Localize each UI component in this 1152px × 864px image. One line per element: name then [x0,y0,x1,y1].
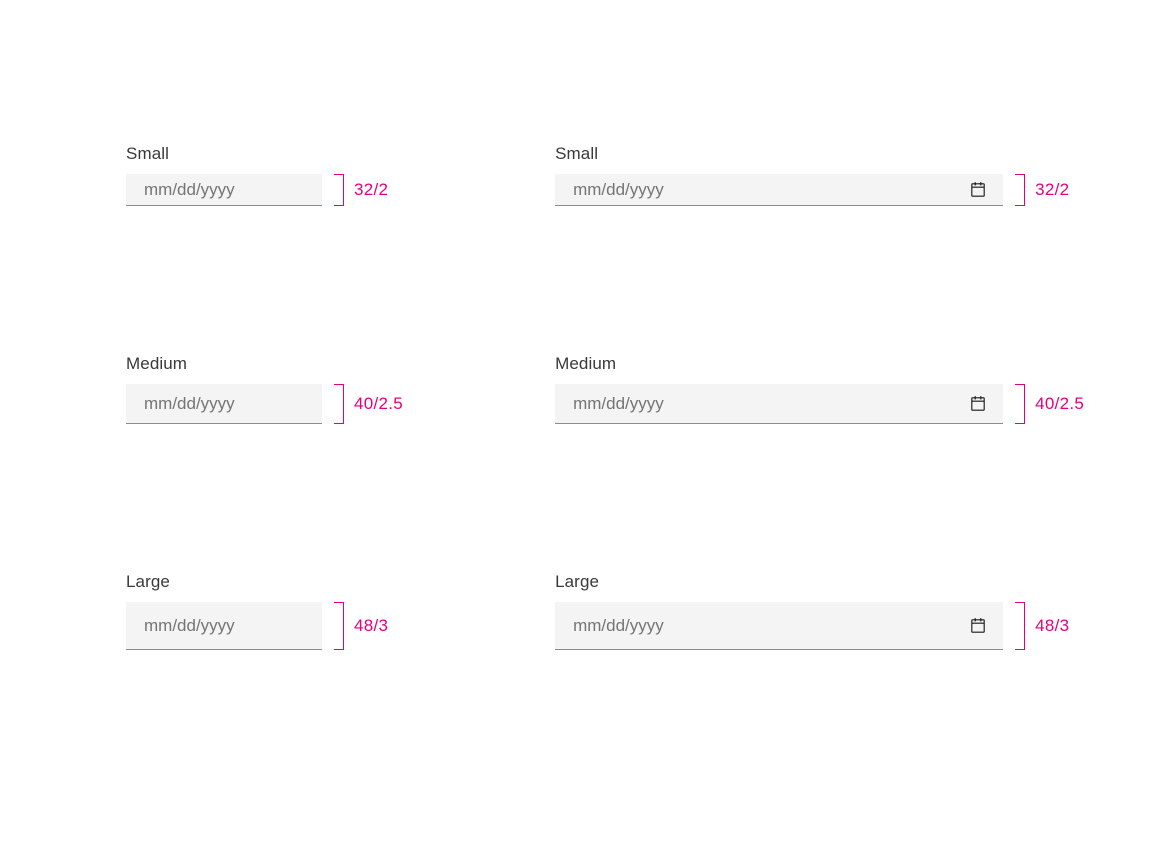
dimension-large-right: 48/3 [1035,616,1069,636]
dimension-large: 48/3 [354,616,388,636]
dimension-bracket [334,384,344,424]
dimension-medium-right: 40/2.5 [1035,394,1084,414]
dimension-bracket [1015,174,1025,206]
calendar-icon[interactable] [969,617,987,635]
dimension-bracket [334,174,344,206]
dimension-bracket [334,602,344,650]
dimension-small: 32/2 [354,180,388,200]
label-medium-icon: Medium [555,354,616,374]
dimension-medium: 40/2.5 [354,394,403,414]
label-medium-simple: Medium [126,354,187,374]
date-input-large-icon[interactable] [573,616,969,636]
dimension-bracket [1015,384,1025,424]
date-field-small-simple[interactable] [126,174,322,206]
calendar-icon[interactable] [969,395,987,413]
date-input-large-simple[interactable] [144,616,304,636]
label-large-simple: Large [126,572,170,592]
date-field-medium-simple[interactable] [126,384,322,424]
date-input-medium-icon[interactable] [573,394,969,414]
date-input-small-icon[interactable] [573,180,969,200]
date-field-medium-icon[interactable] [555,384,1003,424]
calendar-icon[interactable] [969,181,987,199]
date-input-medium-simple[interactable] [144,394,304,414]
date-field-large-simple[interactable] [126,602,322,650]
label-small-icon: Small [555,144,598,164]
dimension-small-right: 32/2 [1035,180,1069,200]
label-large-icon: Large [555,572,599,592]
label-small-simple: Small [126,144,169,164]
date-input-small-simple[interactable] [144,180,304,200]
date-field-small-icon[interactable] [555,174,1003,206]
date-field-large-icon[interactable] [555,602,1003,650]
dimension-bracket [1015,602,1025,650]
